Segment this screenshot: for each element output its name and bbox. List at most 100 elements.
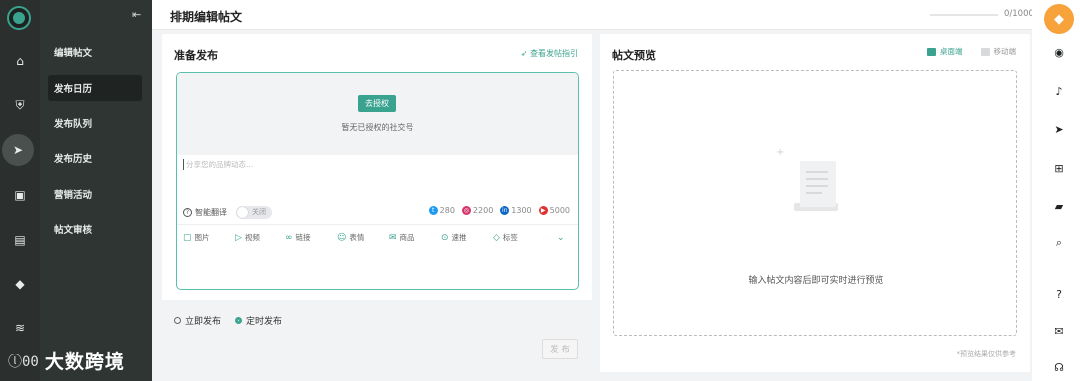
preview-empty-hint: 输入帖文内容后即可实时进行预览 [748,276,884,286]
nav-item-campaigns[interactable]: 营销活动 [48,181,142,207]
folder-icon[interactable]: ▰ [1044,197,1074,215]
headset-icon[interactable]: ☊ [1044,358,1074,376]
tag-icon[interactable]: ◆ [0,272,40,296]
smart-translate: ? 智能翻译 关闭 [183,206,272,219]
logo-icon[interactable]: ◉ [1044,43,1074,61]
youtube-limit: ▶ 5000 [538,206,570,215]
tool-quick-post[interactable]: ⊙ 速推 [441,232,467,243]
translate-toggle[interactable]: 关闭 [236,206,272,219]
account-auth-area: 去授权 暂无已授权的社交号 [177,73,578,155]
mobile-icon [980,47,990,56]
document-line [806,192,822,194]
translate-label: 智能翻译 [195,208,227,217]
brand-watermark: ⓛ00 大数跨境 [8,347,125,374]
authorize-button[interactable]: 去授权 [358,95,396,112]
limit-value: 2200 [472,206,494,215]
nav-item-publish-history[interactable]: 发布历史 [48,145,142,171]
linkedin-icon: in [500,206,510,215]
help-icon[interactable]: ? [1044,285,1074,303]
shield-icon[interactable]: ⛨ [0,93,40,117]
publish-button[interactable]: 发 布 [542,339,578,359]
instagram-icon: ◎ [461,206,471,215]
page-title: 排期编辑帖文 [170,10,243,24]
product-icon: ✉ [389,232,397,243]
nav-item-publish-queue[interactable]: 发布队列 [48,110,142,136]
nav-item-post-review[interactable]: 帖文审核 [48,216,142,242]
brand-text: 大数跨境 [44,351,125,373]
nav-item-label: 帖文审核 [54,225,93,236]
tool-tag[interactable]: ◇ 标签 [493,232,518,243]
compose-title: 准备发布 [174,49,218,62]
preview-title: 帖文预览 [612,49,656,62]
char-counter: 0/1000 [1004,9,1034,19]
add-icon[interactable]: ⊞ [1044,159,1074,177]
tab-mobile[interactable]: 移动端 [980,46,1017,57]
icon-rail: ⌂ ⛨ ➤ ▣ ▤ ◆ ≋ [0,0,40,381]
plus-decoration-icon: + [776,147,785,158]
right-rail: ◆ ◉ ♪ ➤ ⊞ ▰ ⌕ ? ✉ ☊ [1032,0,1080,381]
collapse-sidebar-icon[interactable]: ⇤ [132,8,141,21]
tool-product[interactable]: ✉ 商品 [389,232,415,243]
image-icon: ▢ [183,232,192,243]
diamond-icon[interactable]: ◆ [1044,4,1074,34]
nav-item-edit-post[interactable]: 编辑帖文 [48,39,142,65]
radio-icon [174,317,181,324]
platform-char-limits: t 280 ◎ 2200 in 1300 ▶ 5000 [428,206,570,215]
chat-icon[interactable]: ▣ [0,183,40,207]
sub-navigation: ⇤ 编辑帖文 发布日历 发布队列 发布历史 营销活动 帖文审核 [40,0,152,381]
document-sheet [800,161,836,207]
tool-image[interactable]: ▢ 图片 [183,232,210,243]
wechat-icon[interactable]: ✉ [1044,322,1074,340]
radio-label: 立即发布 [185,317,222,327]
posting-guide-link[interactable]: ➶ 查看发帖指引 [521,48,578,59]
document-line [806,185,828,187]
tool-label: 链接 [295,233,311,242]
desktop-icon [927,47,936,56]
posting-guide-label: 查看发帖指引 [530,49,578,58]
nav-item-label: 发布历史 [54,154,93,165]
empty-document-icon: + [776,147,838,211]
tool-label: 商品 [399,233,415,242]
video-icon: ▷ [235,232,242,243]
help-icon[interactable]: ? [183,208,192,217]
tool-video[interactable]: ▷ 视频 [235,232,260,243]
quick-post-icon: ⊙ [441,232,449,243]
post-editor: 去授权 暂无已授权的社交号 分享您的品牌动态... ? 智能翻译 关闭 t 280… [176,72,579,290]
tool-label: 图片 [194,233,210,242]
twitter-icon: t [428,206,438,215]
post-content-input[interactable]: 分享您的品牌动态... [183,159,253,170]
app-logo-icon[interactable] [9,8,29,28]
tab-label: 移动端 [993,47,1017,56]
send-icon[interactable]: ➤ [2,134,34,166]
preview-disclaimer: *预览结果仅供参考 [956,350,1017,358]
bell-icon[interactable]: ♪ [1044,82,1074,100]
no-account-hint: 暂无已授权的社交号 [341,123,414,132]
send-icon: ➶ [520,49,528,58]
home-icon[interactable]: ⌂ [0,49,40,73]
scheduled-publish-radio[interactable]: 定时发布 [235,314,282,327]
tag-icon: ◇ [493,232,500,243]
preview-tabs: 桌面端 移动端 [927,46,1016,57]
tool-emoji[interactable]: ☺ 表情 [337,232,364,243]
publish-now-radio[interactable]: 立即发布 [174,314,221,327]
document-line [806,171,828,173]
emoji-icon: ☺ [337,232,347,243]
nav-item-label: 发布日历 [54,84,93,95]
document-icon[interactable]: ▤ [0,228,40,252]
layers-icon[interactable]: ≋ [0,316,40,340]
chevron-down-icon[interactable]: ⌄ [557,233,565,243]
radio-label: 定时发布 [246,317,283,327]
radio-selected-icon [235,317,243,324]
nav-item-label: 编辑帖文 [54,48,93,59]
tool-label: 视频 [244,233,260,242]
limit-value: 1300 [511,206,532,215]
search-icon[interactable]: ⌕ [1044,234,1074,252]
youtube-icon: ▶ [538,206,548,215]
instagram-limit: ◎ 2200 [461,206,494,215]
nav-item-publish-calendar[interactable]: 发布日历 [48,75,142,101]
tool-label: 标签 [502,233,518,242]
tool-link[interactable]: ∞ 链接 [285,232,311,243]
send-icon[interactable]: ➤ [1044,120,1074,138]
char-progress-bar [930,14,998,16]
tab-desktop[interactable]: 桌面端 [927,46,963,57]
